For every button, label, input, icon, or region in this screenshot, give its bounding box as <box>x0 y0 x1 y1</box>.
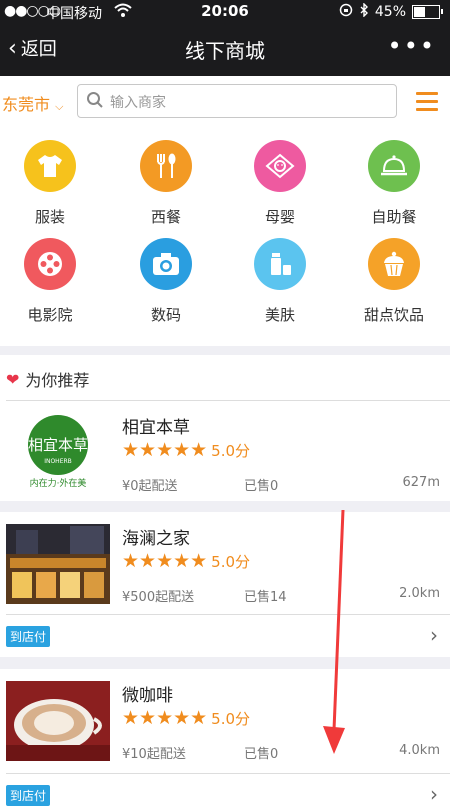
chevron-right-icon[interactable]: › <box>430 623 438 647</box>
fork-spoon-icon <box>140 140 192 192</box>
scroll-down-arrow-icon <box>320 508 350 760</box>
rating-stars: ★★★★★ 5.0分 <box>122 550 250 572</box>
separator <box>0 501 450 512</box>
category-label: 甜点饮品 <box>363 306 424 324</box>
shop-meta: ¥10起配送 已售0 4.0km <box>122 743 440 762</box>
shop-card[interactable]: 微咖啡 ★★★★★ 5.0分 ¥10起配送 已售0 4.0km <box>0 669 450 769</box>
sold-count: 已售14 <box>244 590 287 605</box>
distance: 2.0km <box>399 586 440 601</box>
shop-photo <box>6 524 110 604</box>
category-mother-baby[interactable]: 母婴 <box>230 140 330 227</box>
rating-stars: ★★★★★ 5.0分 <box>122 707 250 729</box>
logo-sub-text: INOHERB <box>44 458 72 465</box>
separator <box>0 657 450 669</box>
min-delivery: ¥500起配送 <box>122 590 195 605</box>
category-label: 美肤 <box>264 306 295 324</box>
distance: 4.0km <box>399 743 440 758</box>
category-label: 电影院 <box>27 306 73 324</box>
search-icon <box>86 91 104 113</box>
category-label: 数码 <box>150 306 181 324</box>
shop-name: 微咖啡 <box>122 686 173 706</box>
city-label: 东莞市 <box>2 95 51 114</box>
shop-meta: ¥500起配送 已售14 2.0km <box>122 586 440 605</box>
min-delivery: ¥10起配送 <box>122 747 186 762</box>
search-input[interactable]: 输入商家 <box>77 84 397 118</box>
divider <box>6 614 450 615</box>
sold-count: 已售0 <box>244 747 279 762</box>
shop-name: 相宜本草 <box>122 418 190 438</box>
bluetooth-icon <box>359 2 369 21</box>
star-icons: ★★★★★ <box>122 439 208 461</box>
category-cinema[interactable]: 电影院 <box>0 238 100 325</box>
logo-slogan-text: 内在力·外在美 <box>30 477 87 489</box>
recommendation-section: ❤ 为你推荐 相宜本草 INOHERB 内在力·外在美 相宜本草 ★★★★★ 5… <box>0 355 450 809</box>
rating-score: 5.0分 <box>211 552 251 571</box>
category-grid: 服装 西餐 母婴 自助餐 电影院 数码 美肤 甜点饮品 <box>0 128 450 346</box>
cosmetics-icon <box>254 238 306 290</box>
min-delivery: ¥0起配送 <box>122 479 178 494</box>
logo-brand-text: 相宜本草 <box>28 436 88 454</box>
shop-logo: 相宜本草 INOHERB 内在力·外在美 <box>6 411 110 491</box>
category-digital[interactable]: 数码 <box>116 238 216 325</box>
film-reel-icon <box>24 238 76 290</box>
baby-icon <box>254 140 306 192</box>
page-title: 线下商城 <box>185 39 265 63</box>
chevron-down-icon: ⌵ <box>55 100 64 113</box>
shop-card[interactable]: 海澜之家 ★★★★★ 5.0分 ¥500起配送 已售14 2.0km <box>0 512 450 612</box>
divider <box>6 773 450 774</box>
recommendation-header: ❤ 为你推荐 <box>6 367 89 391</box>
more-options-button[interactable]: ••• <box>388 32 436 60</box>
status-bar: ●●○○○ 中国移动 20:06 45% <box>0 0 450 22</box>
tshirt-icon <box>24 140 76 192</box>
shop-photo <box>6 681 110 761</box>
search-row: 东莞市 ⌵ 输入商家 <box>0 76 450 128</box>
city-selector[interactable]: 东莞市 ⌵ <box>2 91 63 115</box>
category-buffet[interactable]: 自助餐 <box>344 140 444 227</box>
search-placeholder: 输入商家 <box>110 95 166 111</box>
pay-in-store-badge: 到店付 <box>6 785 51 806</box>
food-cover-icon <box>368 140 420 192</box>
rotation-lock-icon <box>339 3 353 21</box>
rating-score: 5.0分 <box>211 441 251 460</box>
category-label: 服装 <box>34 208 65 226</box>
category-desserts[interactable]: 甜点饮品 <box>344 238 444 325</box>
cupcake-icon <box>368 238 420 290</box>
camera-icon <box>140 238 192 290</box>
chevron-right-icon[interactable]: › <box>430 782 438 806</box>
battery-icon <box>412 5 443 19</box>
navigation-bar: ‹ 返回 线下商城 ••• <box>0 22 450 76</box>
shop-name: 海澜之家 <box>122 529 190 549</box>
sold-count: 已售0 <box>244 479 279 494</box>
shop-card[interactable]: 相宜本草 INOHERB 内在力·外在美 相宜本草 ★★★★★ 5.0分 ¥0起… <box>0 401 450 501</box>
rating-stars: ★★★★★ 5.0分 <box>122 439 250 461</box>
category-label: 自助餐 <box>371 208 417 226</box>
star-icons: ★★★★★ <box>122 707 208 729</box>
pay-in-store-badge: 到店付 <box>6 626 51 647</box>
category-western-food[interactable]: 西餐 <box>116 140 216 227</box>
heart-icon: ❤ <box>6 369 20 389</box>
category-skincare[interactable]: 美肤 <box>230 238 330 325</box>
star-icons: ★★★★★ <box>122 550 208 572</box>
category-clothing[interactable]: 服装 <box>0 140 100 227</box>
battery-percent: 45% <box>374 4 406 20</box>
category-label: 母婴 <box>264 208 295 226</box>
section-title: 为你推荐 <box>25 371 90 390</box>
rating-score: 5.0分 <box>211 709 251 728</box>
shop-meta: ¥0起配送 已售0 627m <box>122 475 440 494</box>
distance: 627m <box>402 475 440 490</box>
category-label: 西餐 <box>150 208 181 226</box>
menu-icon[interactable] <box>416 92 438 116</box>
